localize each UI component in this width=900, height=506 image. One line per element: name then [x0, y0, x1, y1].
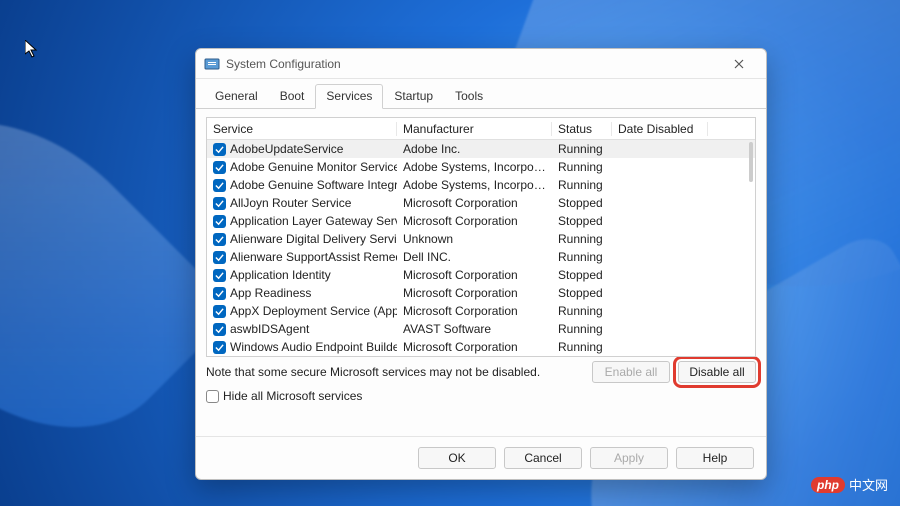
watermark-text: 中文网 — [849, 475, 888, 494]
service-name: Application Layer Gateway Service — [230, 214, 397, 228]
close-button[interactable] — [720, 49, 758, 78]
service-status: Stopped — [552, 214, 612, 228]
service-status: Stopped — [552, 286, 612, 300]
service-status: Running — [552, 322, 612, 336]
tab-tools[interactable]: Tools — [444, 84, 494, 109]
tab-startup[interactable]: Startup — [383, 84, 444, 109]
hide-ms-label[interactable]: Hide all Microsoft services — [223, 389, 362, 403]
table-row[interactable]: Application Identity Microsoft Corporatio… — [207, 266, 755, 284]
table-row[interactable]: App Readiness Microsoft CorporationStoppe… — [207, 284, 755, 302]
table-row[interactable]: Alienware SupportAssist Remedi...Dell IN… — [207, 248, 755, 266]
table-row[interactable]: AdobeUpdateService Adobe Inc.Running — [207, 140, 755, 158]
col-date-disabled[interactable]: Date Disabled — [612, 122, 708, 136]
table-row[interactable]: Adobe Genuine Monitor ServiceAdobe Syste… — [207, 158, 755, 176]
window-title: System Configuration — [226, 57, 720, 71]
tab-content: Service Manufacturer Status Date Disable… — [196, 109, 766, 436]
service-status: Running — [552, 340, 612, 354]
cancel-button[interactable]: Cancel — [504, 447, 582, 469]
tab-boot[interactable]: Boot — [269, 84, 316, 109]
table-row[interactable]: AppX Deployment Service (AppX...Microsof… — [207, 302, 755, 320]
service-checkbox[interactable] — [213, 251, 226, 264]
service-checkbox[interactable] — [213, 215, 226, 228]
service-checkbox[interactable] — [213, 287, 226, 300]
service-manufacturer: Dell INC. — [397, 250, 552, 264]
dialog-button-row: OK Cancel Apply Help — [196, 436, 766, 479]
service-checkbox[interactable] — [213, 233, 226, 246]
table-body[interactable]: AdobeUpdateServiceAdobe Inc.RunningAdobe… — [207, 140, 755, 356]
service-manufacturer: Microsoft Corporation — [397, 286, 552, 300]
service-name: aswbIDSAgent — [230, 322, 309, 336]
hide-ms-checkbox[interactable] — [206, 390, 219, 403]
table-row[interactable]: Alienware Digital Delivery ServicesUnkno… — [207, 230, 755, 248]
app-icon — [204, 56, 220, 72]
service-checkbox[interactable] — [213, 269, 226, 282]
note-row: Note that some secure Microsoft services… — [206, 361, 756, 383]
service-checkbox[interactable] — [213, 161, 226, 174]
service-name: App Readiness — [230, 286, 311, 300]
table-row[interactable]: AllJoyn Router Service Microsoft Corporat… — [207, 194, 755, 212]
service-manufacturer: Adobe Inc. — [397, 142, 552, 156]
table-row[interactable]: Application Layer Gateway ServiceMicroso… — [207, 212, 755, 230]
col-service[interactable]: Service — [207, 122, 397, 136]
table-header: Service Manufacturer Status Date Disable… — [207, 118, 755, 140]
services-table: Service Manufacturer Status Date Disable… — [206, 117, 756, 357]
service-checkbox[interactable] — [213, 305, 226, 318]
service-name: Windows Audio Endpoint Builder — [230, 340, 397, 354]
service-checkbox[interactable] — [213, 179, 226, 192]
service-checkbox[interactable] — [213, 197, 226, 210]
tab-general[interactable]: General — [204, 84, 269, 109]
scrollbar-thumb[interactable] — [749, 142, 753, 182]
enable-all-button[interactable]: Enable all — [592, 361, 670, 383]
titlebar: System Configuration — [196, 49, 766, 79]
tab-services[interactable]: Services — [315, 84, 383, 109]
service-manufacturer: Microsoft Corporation — [397, 268, 552, 282]
tab-strip: General Boot Services Startup Tools — [196, 79, 766, 109]
hide-ms-row: Hide all Microsoft services — [206, 389, 756, 403]
service-name: Adobe Genuine Monitor Service — [230, 160, 397, 174]
help-button[interactable]: Help — [676, 447, 754, 469]
system-configuration-window: System Configuration General Boot Servic… — [195, 48, 767, 480]
service-status: Running — [552, 304, 612, 318]
service-name: AppX Deployment Service (AppX... — [230, 304, 397, 318]
service-manufacturer: Microsoft Corporation — [397, 340, 552, 354]
watermark-badge: php — [811, 477, 845, 493]
service-status: Running — [552, 232, 612, 246]
watermark: php 中文网 — [811, 475, 888, 494]
service-name: Alienware SupportAssist Remedi... — [230, 250, 397, 264]
service-checkbox[interactable] — [213, 323, 226, 336]
service-checkbox[interactable] — [213, 341, 226, 354]
service-status: Running — [552, 250, 612, 264]
table-row[interactable]: Windows Audio Endpoint BuilderMicrosoft … — [207, 338, 755, 356]
service-name: AllJoyn Router Service — [230, 196, 351, 210]
ok-button[interactable]: OK — [418, 447, 496, 469]
table-row[interactable]: Adobe Genuine Software Integri...Adobe S… — [207, 176, 755, 194]
service-name: Adobe Genuine Software Integri... — [230, 178, 397, 192]
service-name: AdobeUpdateService — [230, 142, 343, 156]
service-status: Running — [552, 178, 612, 192]
apply-button[interactable]: Apply — [590, 447, 668, 469]
disable-all-button[interactable]: Disable all — [678, 361, 756, 383]
service-manufacturer: Microsoft Corporation — [397, 196, 552, 210]
service-manufacturer: Microsoft Corporation — [397, 304, 552, 318]
service-manufacturer: Adobe Systems, Incorpora... — [397, 178, 552, 192]
service-manufacturer: Microsoft Corporation — [397, 214, 552, 228]
service-checkbox[interactable] — [213, 143, 226, 156]
service-status: Stopped — [552, 196, 612, 210]
service-status: Running — [552, 142, 612, 156]
service-status: Running — [552, 160, 612, 174]
service-name: Application Identity — [230, 268, 331, 282]
col-status[interactable]: Status — [552, 122, 612, 136]
service-manufacturer: Adobe Systems, Incorpora... — [397, 160, 552, 174]
service-manufacturer: Unknown — [397, 232, 552, 246]
note-text: Note that some secure Microsoft services… — [206, 365, 584, 379]
service-name: Alienware Digital Delivery Services — [230, 232, 397, 246]
table-row[interactable]: aswbIDSAgent AVAST SoftwareRunning — [207, 320, 755, 338]
service-status: Stopped — [552, 268, 612, 282]
service-manufacturer: AVAST Software — [397, 322, 552, 336]
col-manufacturer[interactable]: Manufacturer — [397, 122, 552, 136]
